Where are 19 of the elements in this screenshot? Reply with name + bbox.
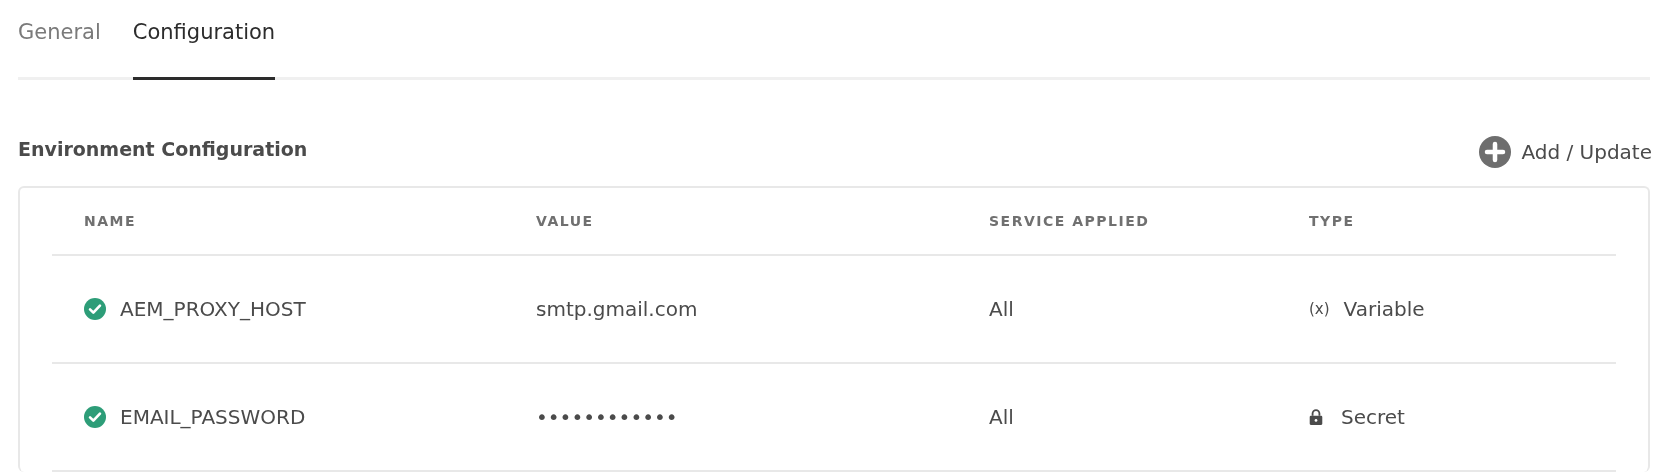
table-cell: •••••••••••• <box>536 405 678 429</box>
table-cell: smtp.gmail.com <box>536 297 698 321</box>
column-header: VALUE <box>536 213 595 229</box>
table-cell: Variable <box>1343 297 1425 321</box>
section-title: Environment Configuration <box>18 138 308 160</box>
table-cell: All <box>989 297 1014 321</box>
add-update-button[interactable]: Add / Update <box>1479 136 1652 168</box>
lock-icon <box>1309 409 1323 425</box>
tab[interactable]: Configuration <box>132 0 276 80</box>
table-cell: Secret <box>1341 405 1405 429</box>
column-header: TYPE <box>1309 213 1356 229</box>
plus-circle-icon <box>1479 136 1512 168</box>
table-cell: AEM_PROXY_HOST <box>120 297 306 321</box>
column-header: NAME <box>83 213 138 229</box>
table-cell: All <box>989 405 1014 429</box>
variable-icon: (x) <box>1309 300 1330 318</box>
column-header: SERVICE APPLIED <box>989 213 1151 229</box>
tab[interactable]: General <box>18 0 101 80</box>
table-cell: EMAIL_PASSWORD <box>120 405 306 429</box>
